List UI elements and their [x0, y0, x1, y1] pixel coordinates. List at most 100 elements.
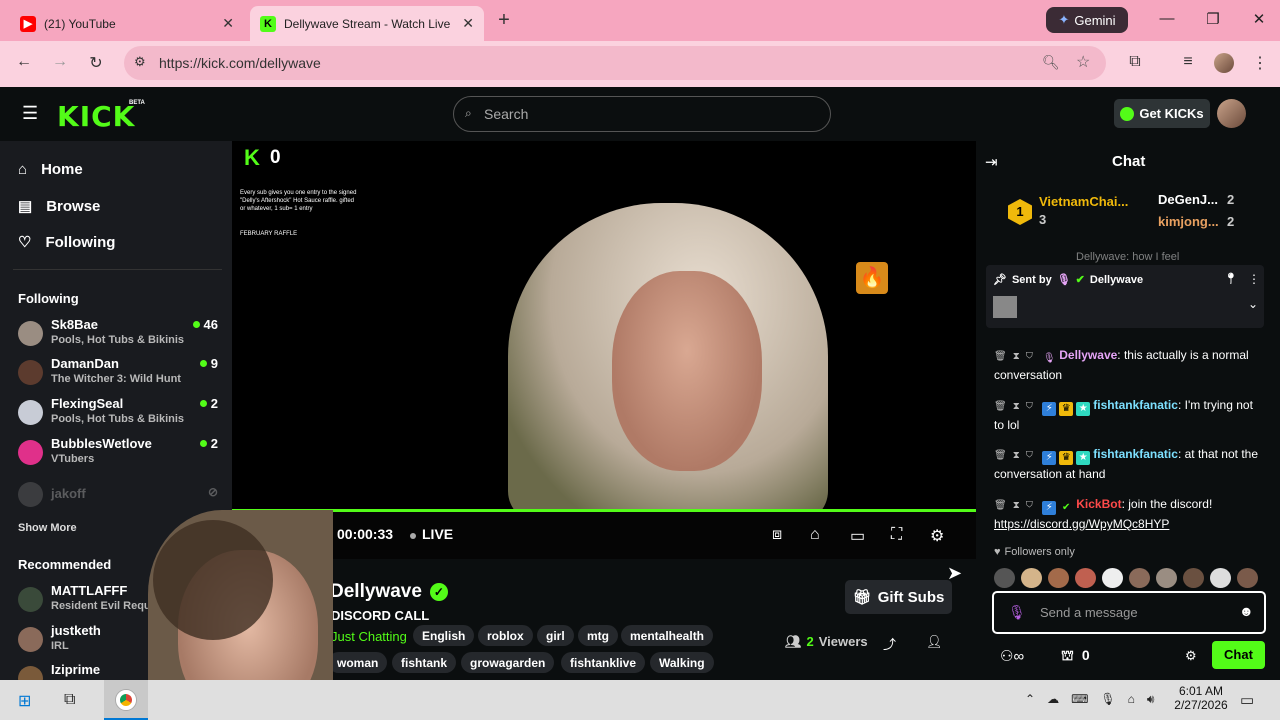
- zoom-icon[interactable]: 🔍︎: [1042, 54, 1060, 71]
- chat-input[interactable]: 🎙︎ Send a message ☻: [992, 591, 1266, 634]
- profile-avatar[interactable]: [1214, 53, 1234, 73]
- new-tab-button[interactable]: +: [494, 9, 514, 32]
- chat-panel: ⇥ Chat 1 VietnamChai... 3 DeGenJ... 2 ki…: [976, 141, 1280, 680]
- crown-badge-icon: ♛: [1059, 451, 1074, 465]
- chat-username[interactable]: fishtankfanatic: [1093, 398, 1178, 412]
- stream-info: Dellywave ✓ DISCORD CALL Just Chatting E…: [232, 559, 976, 680]
- stream-tag[interactable]: Walking: [650, 652, 714, 673]
- viewer-count-value: 9: [210, 356, 218, 371]
- streamer-name-row[interactable]: Dellywave ✓: [330, 581, 448, 603]
- gift-subs-button[interactable]: 🎁︎ Gift Subs: [845, 580, 952, 614]
- stream-tag[interactable]: growagarden: [461, 652, 555, 673]
- mod-action-icons[interactable]: 🗑︎⧗⛉: [994, 351, 1039, 362]
- cloud-icon[interactable]: ☁: [1047, 692, 1059, 707]
- emoji-picker-icon[interactable]: ☻: [1239, 603, 1254, 619]
- following-channel[interactable]: DamanDan The Witcher 3: Wild Hunt 9: [18, 356, 218, 392]
- leaderboard-name[interactable]: VietnamChai...: [1039, 194, 1128, 209]
- close-icon[interactable]: ✕: [462, 15, 474, 32]
- user-avatar[interactable]: [1217, 99, 1246, 128]
- kick-logo[interactable]: KICK: [57, 100, 135, 133]
- pinned-menu-icon[interactable]: ⋮: [1248, 272, 1260, 286]
- chrome-taskbar-button[interactable]: [104, 680, 148, 720]
- chevron-down-icon[interactable]: ⌄: [1248, 297, 1258, 311]
- chat-username[interactable]: fishtankfanatic: [1093, 447, 1178, 461]
- extensions-icon[interactable]: ⧉: [1124, 53, 1146, 71]
- chat-username[interactable]: Dellywave: [1059, 348, 1117, 362]
- sidebar-item-home[interactable]: ⌂ Home: [18, 161, 83, 178]
- stream-tag[interactable]: woman: [328, 652, 388, 673]
- chat-link[interactable]: https://discord.gg/WpyMQc8HYP: [994, 517, 1169, 531]
- stream-tag[interactable]: English: [413, 625, 475, 646]
- theater-mode-icon[interactable]: ▭: [850, 526, 865, 546]
- gift-subs-label: Gift Subs: [877, 588, 945, 606]
- windows-start-icon[interactable]: ⊞: [18, 691, 31, 711]
- tab-youtube[interactable]: ▶ (21) YouTube ✕: [10, 6, 244, 41]
- following-channel[interactable]: BubblesWetlove VTubers 2: [18, 436, 218, 472]
- channel-points[interactable]: ⛫ 0: [1061, 647, 1090, 666]
- site-info-icon[interactable]: ⚙: [134, 54, 146, 70]
- mod-action-icons[interactable]: 🗑︎⧗⛉: [994, 401, 1039, 412]
- mod-action-icons[interactable]: 🗑︎⧗⛉: [994, 450, 1039, 461]
- minimize-button[interactable]: —: [1157, 10, 1177, 27]
- meet-icon[interactable]: ⌨: [1071, 692, 1088, 707]
- volume-icon[interactable]: 🔊︎: [1147, 692, 1155, 707]
- stream-tag[interactable]: fishtanklive: [561, 652, 646, 673]
- fire-emote-icon: 🔥: [856, 262, 888, 294]
- follow-user-icon[interactable]: 👤︎: [926, 634, 943, 650]
- maximize-button[interactable]: ❐: [1203, 10, 1223, 28]
- sidebar-item-label: Home: [41, 161, 83, 178]
- sidebar-item-following[interactable]: ♡ Following: [18, 233, 115, 252]
- task-view-icon[interactable]: ⧉: [64, 691, 75, 709]
- gift-icon: 🎁︎: [852, 589, 872, 606]
- community-icon[interactable]: ⚇∞: [1000, 647, 1024, 665]
- reload-icon[interactable]: ↻: [85, 53, 107, 73]
- pinned-message[interactable]: 📌︎ Sent by 🎙︎ ✔ Dellywave 📍︎ ⋮ ⌄: [986, 265, 1264, 328]
- stream-category[interactable]: Just Chatting: [331, 629, 407, 644]
- video-player[interactable]: K 0 Every sub gives you one entry to the…: [232, 141, 976, 511]
- clock[interactable]: 6:01 AM 2/27/2026: [1170, 684, 1232, 712]
- clip-icon[interactable]: ⌂: [810, 526, 820, 544]
- chevron-up-icon[interactable]: ⌃: [1025, 692, 1035, 707]
- tab-dellywave[interactable]: K Dellywave Stream - Watch Live ✕: [250, 6, 484, 41]
- menu-kebab-icon[interactable]: ⋮: [1249, 53, 1271, 73]
- following-channel[interactable]: Sk8Bae Pools, Hot Tubs & Bikinis 46: [18, 317, 218, 353]
- chat-settings-icon[interactable]: ⚙: [1185, 648, 1197, 664]
- mod-action-icons[interactable]: 🗑︎⧗⛉: [994, 500, 1039, 511]
- address-bar[interactable]: ⚙ https://kick.com/dellywave 🔍︎ ☆: [124, 46, 1106, 80]
- forward-icon[interactable]: →: [49, 53, 71, 71]
- gemini-button[interactable]: ✦ Gemini: [1046, 7, 1128, 33]
- unpin-icon[interactable]: 📍︎: [1224, 272, 1238, 285]
- show-more-button[interactable]: Show More: [18, 522, 77, 534]
- get-kicks-button[interactable]: Get KICKs: [1114, 99, 1210, 128]
- leaderboard-name[interactable]: DeGenJ...: [1158, 192, 1218, 207]
- bookmark-star-icon[interactable]: ☆: [1076, 52, 1090, 72]
- sidebar-item-browse[interactable]: ▤ Browse: [18, 197, 100, 216]
- stream-tag[interactable]: girl: [537, 625, 574, 646]
- back-icon[interactable]: ←: [13, 53, 35, 71]
- stream-tag[interactable]: roblox: [478, 625, 533, 646]
- stream-tag[interactable]: mtg: [578, 625, 618, 646]
- viewer-count: 2: [199, 396, 218, 411]
- fullscreen-icon[interactable]: ⛶: [891, 526, 902, 544]
- picture-in-picture-icon[interactable]: ⧈: [772, 526, 782, 544]
- stream-tag[interactable]: mentalhealth: [621, 625, 714, 646]
- leaderboard-name[interactable]: kimjong...: [1158, 214, 1219, 229]
- notifications-icon[interactable]: ▭: [1240, 691, 1254, 709]
- share-icon[interactable]: ⤴: [883, 634, 896, 653]
- channel-name: Sk8Bae: [51, 317, 98, 332]
- following-channel[interactable]: FlexingSeal Pools, Hot Tubs & Bikinis 2: [18, 396, 218, 432]
- network-icon[interactable]: ⌂: [1128, 692, 1135, 707]
- streamer-name[interactable]: Dellywave: [330, 581, 422, 603]
- microphone-icon[interactable]: 🎙︎: [1100, 692, 1115, 707]
- close-icon[interactable]: ✕: [222, 15, 234, 32]
- chat-username[interactable]: KickBot: [1076, 497, 1121, 511]
- stream-tag[interactable]: fishtank: [392, 652, 457, 673]
- search-input[interactable]: ⌕ Search: [453, 96, 831, 132]
- settings-gear-icon[interactable]: ⚙: [930, 526, 944, 546]
- hamburger-menu-icon[interactable]: ☰: [22, 103, 38, 124]
- collapse-chat-icon[interactable]: ⇥: [985, 153, 998, 171]
- send-chat-button[interactable]: Chat: [1212, 641, 1265, 669]
- media-control-icon[interactable]: ≡: [1177, 53, 1199, 71]
- window-close-button[interactable]: ✕: [1249, 10, 1269, 28]
- following-channel-offline[interactable]: jakoff ⊘: [18, 482, 218, 518]
